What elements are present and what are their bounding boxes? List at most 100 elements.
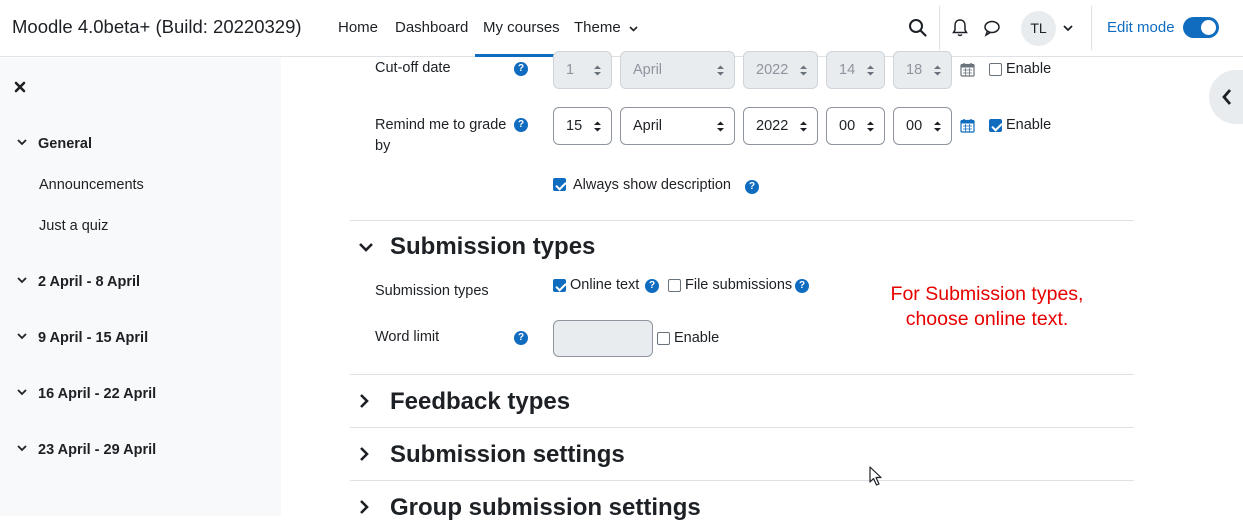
chat-bubble-icon[interactable]	[981, 17, 1003, 39]
select-arrows-icon	[933, 64, 942, 77]
select-arrows-icon	[716, 64, 725, 77]
remind-enable-label[interactable]: Enable	[1006, 117, 1051, 133]
nav-theme-menu[interactable]: Theme	[574, 19, 638, 36]
cutoff-enable-checkbox[interactable]	[989, 63, 1002, 76]
section-divider	[350, 374, 1134, 375]
activity-announcements[interactable]: Announcements	[39, 177, 144, 193]
chevron-down-icon	[17, 445, 27, 452]
submission-types-heading[interactable]: Submission types	[390, 233, 595, 261]
group-submission-settings-heading[interactable]: Group submission settings	[390, 494, 701, 522]
site-brand[interactable]: Moodle 4.0beta+ (Build: 20220329)	[12, 16, 302, 38]
feedback-types-heading[interactable]: Feedback types	[390, 388, 570, 416]
submission-settings-heading[interactable]: Submission settings	[390, 441, 625, 469]
select-value: 00	[906, 118, 923, 134]
chevron-right-icon[interactable]	[358, 499, 370, 515]
always-show-description-checkbox[interactable]	[553, 178, 566, 191]
select-arrows-icon	[933, 120, 942, 133]
open-block-drawer-button[interactable]	[1209, 70, 1243, 124]
file-submissions-checkbox[interactable]	[668, 279, 681, 292]
remind-month-select[interactable]: April	[620, 107, 735, 145]
bell-icon[interactable]	[949, 17, 971, 39]
help-icon[interactable]: ?	[514, 331, 528, 345]
help-icon[interactable]: ?	[514, 62, 528, 76]
word-limit-input[interactable]	[553, 320, 653, 357]
calendar-icon[interactable]	[960, 118, 975, 133]
online-text-label[interactable]: Online text	[570, 277, 639, 293]
select-value: 1	[566, 62, 575, 78]
word-limit-enable-checkbox[interactable]	[657, 332, 670, 345]
word-limit-label: Word limit	[375, 329, 440, 345]
always-show-description-label[interactable]: Always show description	[573, 177, 731, 193]
online-text-checkbox[interactable]	[553, 279, 566, 292]
remind-day-select[interactable]: 15	[553, 107, 612, 145]
help-icon[interactable]: ?	[745, 180, 759, 194]
section-divider	[350, 427, 1134, 428]
section-week-1[interactable]: 2 April - 8 April	[16, 274, 140, 290]
chevron-left-icon	[1222, 89, 1232, 105]
activity-just-a-quiz[interactable]: Just a quiz	[39, 218, 108, 234]
file-submissions-label[interactable]: File submissions	[685, 277, 792, 293]
calendar-icon[interactable]	[960, 62, 975, 77]
user-avatar[interactable]: TL	[1021, 11, 1056, 46]
cutoff-day-select[interactable]: 1	[553, 51, 612, 89]
select-value: 18	[906, 62, 923, 78]
cutoff-year-select[interactable]: 2022	[743, 51, 818, 89]
select-arrows-icon	[866, 120, 875, 133]
remind-minute-select[interactable]: 00	[893, 107, 952, 145]
chevron-right-icon[interactable]	[358, 446, 370, 462]
select-arrows-icon	[716, 120, 725, 133]
select-arrows-icon	[799, 64, 808, 77]
select-value: April	[633, 62, 663, 78]
remind-grade-label: Remind me to grade by	[375, 117, 507, 154]
section-label: 9 April - 15 April	[38, 330, 149, 346]
help-icon[interactable]: ?	[795, 279, 809, 293]
section-label: 23 April - 29 April	[38, 442, 157, 458]
remind-enable-checkbox[interactable]	[989, 119, 1002, 132]
section-label: 16 April - 22 April	[38, 386, 157, 402]
nav-my-courses[interactable]: My courses	[475, 19, 568, 57]
chevron-down-icon	[17, 277, 27, 284]
remind-hour-select[interactable]: 00	[826, 107, 885, 145]
chevron-right-icon[interactable]	[358, 393, 370, 409]
cutoff-enable-label[interactable]: Enable	[1006, 61, 1051, 77]
close-icon	[14, 81, 26, 93]
section-week-2[interactable]: 9 April - 15 April	[16, 330, 148, 346]
section-divider	[350, 220, 1134, 221]
cutoff-minute-select[interactable]: 18	[893, 51, 952, 89]
select-arrows-icon	[866, 64, 875, 77]
select-value: 2022	[756, 118, 789, 134]
course-index-drawer: General Announcements Just a quiz 2 Apri…	[0, 58, 281, 516]
search-icon[interactable]	[907, 17, 929, 39]
user-menu-chevron-icon[interactable]	[1062, 23, 1074, 33]
section-general[interactable]: General	[16, 136, 92, 152]
chevron-down-icon	[17, 333, 27, 340]
help-icon[interactable]: ?	[645, 279, 659, 293]
chevron-down-icon	[17, 139, 27, 146]
select-value: 00	[839, 118, 856, 134]
select-value: 15	[566, 118, 583, 134]
section-divider	[350, 480, 1134, 481]
nav-theme-label: Theme	[574, 19, 621, 36]
cutoff-hour-select[interactable]: 14	[826, 51, 885, 89]
nav-home[interactable]: Home	[338, 19, 378, 36]
navbar-divider-2	[1091, 6, 1092, 50]
section-label: General	[38, 136, 92, 152]
close-drawer-button[interactable]	[14, 78, 26, 98]
cutoff-month-select[interactable]: April	[620, 51, 735, 89]
section-week-4[interactable]: 23 April - 29 April	[16, 442, 156, 458]
chevron-down-icon[interactable]	[358, 241, 374, 253]
select-value: April	[633, 118, 663, 134]
submission-types-label: Submission types	[375, 283, 489, 299]
remind-year-select[interactable]: 2022	[743, 107, 818, 145]
edit-mode-toggle[interactable]	[1183, 17, 1219, 38]
top-navbar: Moodle 4.0beta+ (Build: 20220329) Home D…	[0, 0, 1243, 57]
nav-dashboard[interactable]: Dashboard	[395, 19, 468, 36]
navbar-divider	[939, 6, 940, 50]
select-value: 14	[839, 62, 856, 78]
word-limit-enable-label[interactable]: Enable	[674, 330, 719, 346]
select-arrows-icon	[593, 120, 602, 133]
edit-mode-label[interactable]: Edit mode	[1107, 19, 1175, 36]
section-week-3[interactable]: 16 April - 22 April	[16, 386, 156, 402]
help-icon[interactable]: ?	[514, 118, 528, 132]
mouse-cursor-icon	[869, 466, 882, 486]
